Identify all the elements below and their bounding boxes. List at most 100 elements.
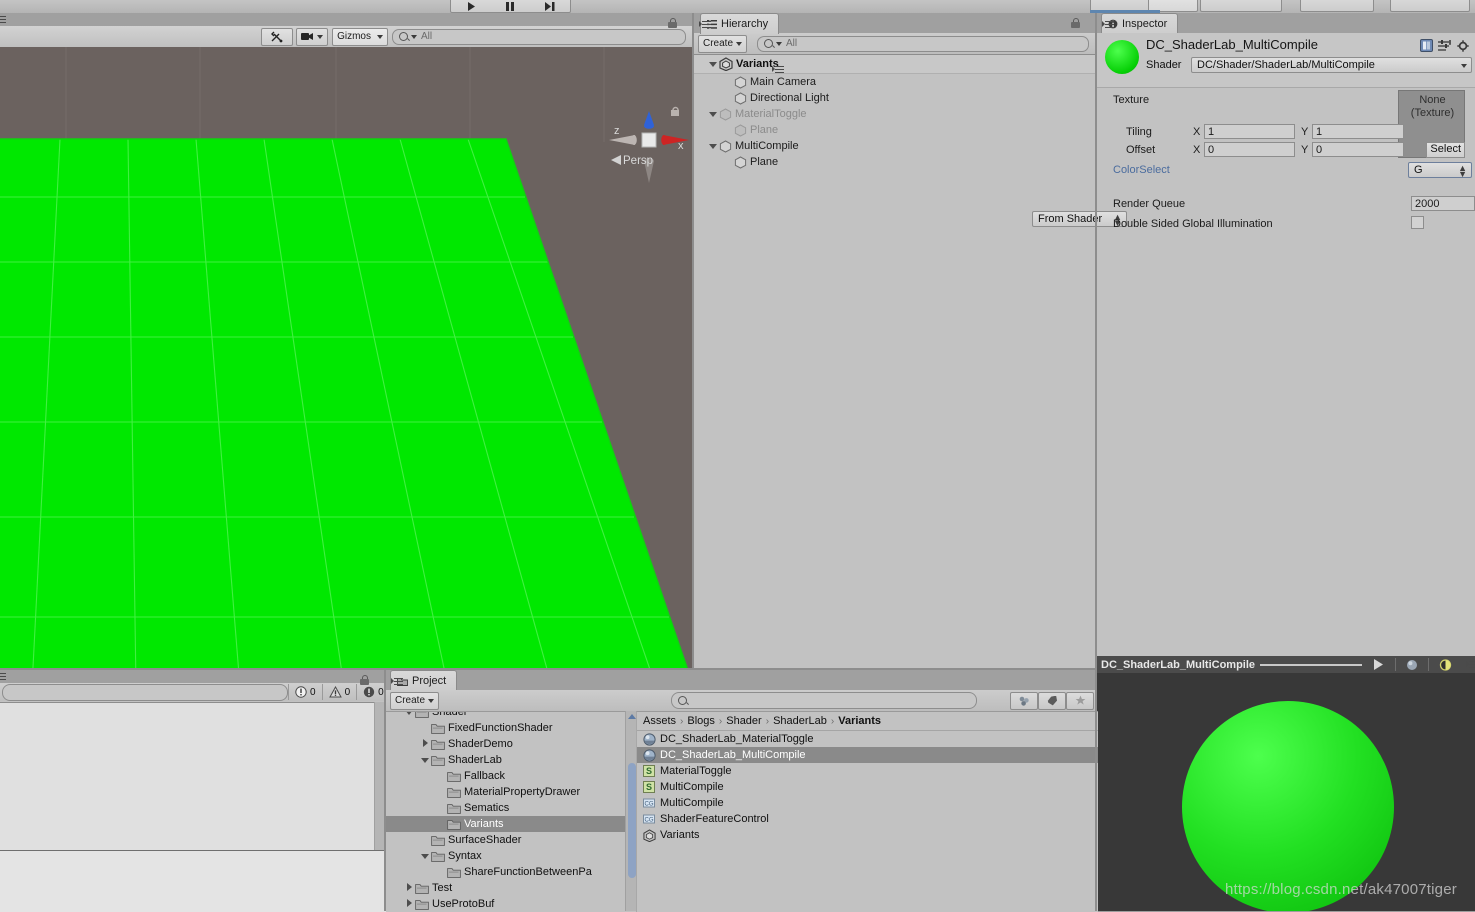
project-tree-item-test[interactable]: Test — [386, 880, 636, 896]
inspector-lock-icon[interactable] — [1071, 18, 1080, 28]
asset-item[interactable]: DC_ShaderLab_MultiCompile — [637, 747, 1098, 763]
lighting-icon[interactable] — [1434, 658, 1457, 671]
hierarchy-scene-row[interactable]: Variants — [694, 55, 1097, 74]
material-preview-viewport[interactable]: https://blog.csdn.net/ak47007tiger — [1097, 673, 1475, 911]
chevron-right-icon[interactable] — [420, 739, 431, 750]
play-button[interactable] — [450, 0, 492, 13]
texture-select-button[interactable]: Select — [1426, 142, 1465, 158]
shader-dropdown[interactable]: DC/Shader/ShaderLab/MultiCompile — [1191, 57, 1472, 73]
tools-icon-button[interactable] — [261, 27, 294, 46]
console-pane-menu-icon[interactable] — [0, 672, 7, 681]
project-tree-item-useprotobuf[interactable]: UseProtoBuf — [386, 896, 636, 912]
vertical-divider-console-project[interactable] — [384, 670, 386, 911]
hierarchy-item-plane[interactable]: Plane — [694, 122, 1097, 138]
step-button[interactable] — [530, 0, 571, 13]
play-icon[interactable] — [1367, 659, 1390, 670]
asset-item[interactable]: S MaterialToggle — [637, 763, 1098, 779]
double-sided-gi-checkbox[interactable] — [1411, 216, 1424, 229]
console-log-list[interactable] — [0, 702, 386, 851]
chevron-right-icon[interactable] — [404, 899, 415, 910]
inspector-pane-menu-icon[interactable] — [1102, 20, 1115, 29]
scene-search-input[interactable]: All — [392, 28, 686, 45]
asset-item[interactable]: CG ShaderFeatureControl — [637, 811, 1098, 827]
color-select-dropdown[interactable]: G ▲ ▼ — [1408, 162, 1472, 179]
chevron-down-icon[interactable] — [404, 712, 415, 718]
hierarchy-tab-label: Hierarchy — [721, 17, 769, 30]
foldout-spacer — [436, 819, 447, 830]
chevron-down-icon[interactable] — [708, 141, 719, 152]
project-lock-icon[interactable] — [360, 675, 369, 685]
asset-item[interactable]: S MultiCompile — [637, 779, 1098, 795]
chevron-down-icon[interactable] — [420, 755, 431, 766]
breadcrumb-item-variants[interactable]: Variants — [838, 715, 881, 727]
hierarchy-search-input[interactable]: All — [757, 35, 1089, 52]
project-tree-item-surfaceshader[interactable]: SurfaceShader — [386, 832, 636, 848]
horizontal-divider-top-bottom[interactable] — [0, 668, 1095, 670]
chevron-down-icon[interactable] — [420, 851, 431, 862]
breadcrumb-item-shader[interactable]: Shader — [726, 715, 761, 727]
asset-item[interactable]: Variants — [637, 827, 1098, 843]
project-tree-item-materialpropertydrawer[interactable]: MaterialPropertyDrawer — [386, 784, 636, 800]
scene-viewport[interactable]: z x Persp — [0, 47, 694, 683]
hierarchy-item-plane[interactable]: Plane — [694, 154, 1097, 170]
project-pane-menu-icon[interactable] — [391, 677, 404, 686]
project-tree-item-fallback[interactable]: Fallback — [386, 768, 636, 784]
breadcrumb-item-assets[interactable]: Assets — [643, 715, 676, 727]
layers-dropdown[interactable] — [1300, 0, 1374, 12]
asset-item[interactable]: DC_ShaderLab_MaterialToggle — [637, 731, 1098, 747]
project-tree-item-shaderlab[interactable]: ShaderLab — [386, 752, 636, 768]
texture-object-field[interactable]: None (Texture) Select — [1398, 90, 1465, 158]
gear-icon[interactable] — [1457, 40, 1469, 55]
chevron-right-icon[interactable] — [404, 883, 415, 894]
project-tree-item-shaderdemo[interactable]: ShaderDemo — [386, 736, 636, 752]
hierarchy-item-materialtoggle[interactable]: MaterialToggle — [694, 106, 1097, 122]
project-tree-item-sematics[interactable]: Sematics — [386, 800, 636, 816]
preview-pane-menu-icon[interactable] — [1466, 660, 1475, 669]
project-search-input[interactable] — [671, 692, 978, 709]
layout-dropdown[interactable] — [1390, 0, 1470, 12]
search-icon — [764, 39, 774, 48]
chevron-down-icon[interactable] — [708, 59, 719, 70]
hierarchy-item-directional-light[interactable]: Directional Light — [694, 90, 1097, 106]
console-search-input[interactable] — [2, 683, 288, 701]
draw-mode-button[interactable] — [296, 27, 329, 46]
console-warning-count-button[interactable]: 0 — [321, 684, 357, 700]
preset-icon[interactable] — [1438, 39, 1451, 54]
vertical-divider-scene-hierarchy[interactable] — [692, 13, 694, 670]
tiling-x-input[interactable]: 1 — [1204, 124, 1295, 139]
pause-button[interactable] — [490, 0, 531, 13]
gizmos-button[interactable]: Gizmos — [332, 27, 388, 46]
console-detail-pane[interactable] — [0, 850, 386, 912]
project-favorite-button[interactable] — [1066, 691, 1094, 710]
help-icon[interactable] — [1420, 39, 1433, 55]
hierarchy-item-multicompile[interactable]: MultiCompile — [694, 138, 1097, 154]
breadcrumb-item-blogs[interactable]: Blogs — [687, 715, 715, 727]
scene-pane-menu-icon[interactable] — [0, 15, 7, 24]
project-tree-item-sharefunctionbetweenpa[interactable]: ShareFunctionBetweenPa — [386, 864, 636, 880]
render-queue-value-input[interactable]: 2000 — [1411, 196, 1475, 211]
project-type-filter-button[interactable] — [1010, 691, 1038, 710]
asset-item[interactable]: CG MultiCompile — [637, 795, 1098, 811]
chevron-down-icon[interactable] — [708, 109, 719, 120]
project-create-button[interactable]: Create — [390, 691, 440, 710]
hierarchy-create-button[interactable]: Create — [698, 34, 748, 53]
scroll-up-arrow-icon[interactable] — [628, 714, 636, 719]
offset-x-input[interactable]: 0 — [1204, 142, 1295, 157]
project-label-filter-button[interactable] — [1038, 691, 1066, 710]
tiling-y-input[interactable]: 1 — [1312, 124, 1404, 139]
scroll-thumb[interactable] — [628, 763, 636, 878]
breadcrumb-item-shaderlab[interactable]: ShaderLab — [773, 715, 827, 727]
console-error-count-button[interactable]: 0 — [288, 684, 322, 700]
project-tree-item-shader[interactable]: Shader — [386, 712, 636, 720]
hierarchy-lock-icon[interactable] — [668, 18, 677, 28]
vertical-divider-hierarchy-inspector[interactable] — [1095, 13, 1097, 911]
hierarchy-scene-menu-icon[interactable] — [771, 65, 785, 74]
project-tree-item-variants[interactable]: Variants — [386, 816, 636, 832]
project-tree-item-fixedfunctionshader[interactable]: FixedFunctionShader — [386, 720, 636, 736]
hierarchy-pane-menu-icon[interactable] — [699, 20, 712, 29]
sphere-icon[interactable] — [1401, 659, 1423, 671]
hierarchy-item-main-camera[interactable]: Main Camera — [694, 74, 1097, 90]
offset-y-input[interactable]: 0 — [1312, 142, 1404, 157]
account-button[interactable] — [1200, 0, 1282, 12]
project-tree-item-syntax[interactable]: Syntax — [386, 848, 636, 864]
